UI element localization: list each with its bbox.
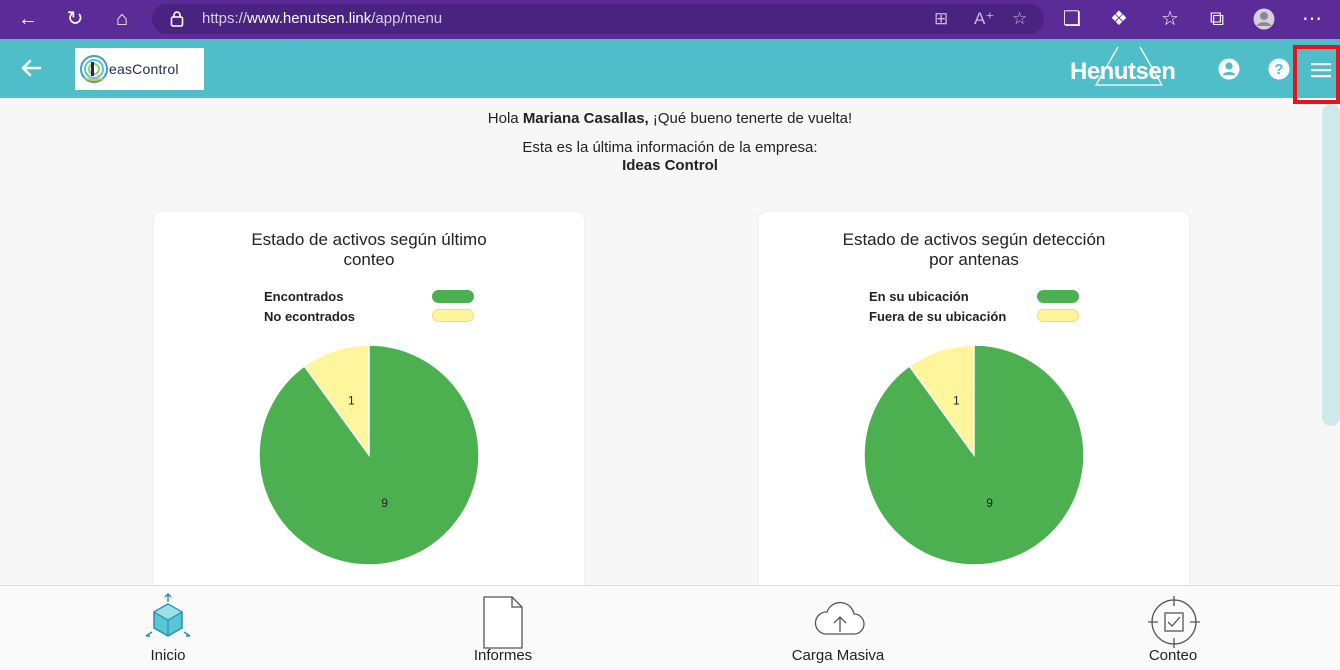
nav-conteo[interactable]: Conteo	[1093, 586, 1253, 670]
chart-card-deteccion-antenas: Estado de activos según detección por an…	[759, 212, 1189, 592]
info-text: Esta es la última información de la empr…	[522, 139, 818, 156]
greeting-text: Hola Mariana Casallas, ¡Qué bueno tenert…	[487, 110, 853, 127]
grid-app-icon[interactable]: ⊞	[934, 9, 948, 29]
app-header: easControl Henutsen ?	[0, 39, 1340, 98]
brand-name: Henutsen	[1070, 58, 1176, 85]
hamburger-menu-icon[interactable]	[1311, 62, 1331, 78]
lock-icon	[170, 11, 184, 27]
reload-icon[interactable]: ↻	[63, 8, 87, 30]
henutsen-brand: Henutsen	[1068, 46, 1194, 91]
favorite-add-icon[interactable]: ☆	[1012, 9, 1027, 29]
extension-copilot-icon[interactable]: ❏	[1060, 8, 1084, 30]
nav-carga-masiva[interactable]: Carga Masiva	[758, 586, 918, 670]
browser-back-icon[interactable]: ←	[16, 8, 40, 30]
chart-title: Estado de activos según detección por an…	[842, 230, 1106, 269]
vertical-scrollbar[interactable]	[1322, 104, 1340, 426]
company-logo[interactable]: easControl	[75, 48, 204, 90]
pie-chart: 19	[258, 344, 480, 566]
pie-value-label: 9	[986, 496, 993, 510]
help-icon[interactable]: ?	[1268, 58, 1290, 80]
legend-label: En su ubicación	[869, 289, 969, 304]
more-options-icon[interactable]: ⋯	[1300, 8, 1324, 30]
read-aloud-icon[interactable]: A⁺	[974, 9, 994, 29]
legend-swatch-yellow[interactable]	[432, 309, 474, 322]
chart-card-ultimo-conteo: Estado de activos según último conteo En…	[154, 212, 584, 592]
fingerprint-logo-icon	[80, 55, 108, 83]
legend-swatch-yellow[interactable]	[1037, 309, 1079, 322]
extensions-icon[interactable]: ❖	[1107, 8, 1131, 30]
legend-swatch-green[interactable]	[432, 290, 474, 303]
legend-label: Fuera de su ubicación	[869, 309, 1007, 324]
pie-slice-encontrados[interactable]	[258, 344, 480, 566]
document-icon	[483, 596, 523, 649]
pie-value-label: 9	[381, 496, 388, 510]
url-text: https://www.henutsen.link/app/menu	[202, 10, 443, 27]
nav-inicio[interactable]: Inicio	[88, 586, 248, 670]
profile-icon[interactable]	[1252, 8, 1276, 30]
logo-text: easControl	[109, 61, 179, 77]
user-name: Mariana Casallas,	[522, 110, 649, 127]
home-icon[interactable]: ⌂	[110, 8, 134, 30]
user-account-icon[interactable]	[1218, 58, 1240, 80]
pie-value-label: 1	[348, 394, 355, 408]
address-bar[interactable]: https://www.henutsen.link/app/menu ⊞ A⁺ …	[152, 4, 1044, 34]
target-check-icon	[1148, 596, 1200, 648]
svg-text:?: ?	[1274, 61, 1283, 78]
legend-label: Encontrados	[264, 289, 344, 304]
legend-label: No econtrados	[264, 309, 356, 324]
cloud-upload-icon	[814, 601, 865, 635]
chart-title: Estado de activos según último conteo	[251, 230, 487, 269]
pie-value-label: 1	[953, 394, 960, 408]
browser-toolbar: ← ↻ ⌂ https://www.henutsen.link/app/menu…	[0, 0, 1340, 39]
pie-chart: 19	[863, 344, 1085, 566]
collections-icon[interactable]: ⧉	[1205, 8, 1229, 30]
nav-informes[interactable]: Informes	[423, 586, 583, 670]
legend-swatch-green[interactable]	[1037, 290, 1079, 303]
cube-icon	[145, 592, 191, 637]
pie-slice-en-su-ubicación[interactable]	[863, 344, 1085, 566]
bottom-nav: Inicio Informes Carga Masiva Conteo	[0, 585, 1340, 669]
favorites-icon[interactable]: ☆	[1158, 8, 1182, 30]
company-name: Ideas Control	[622, 157, 718, 174]
back-arrow-icon[interactable]	[18, 55, 44, 81]
